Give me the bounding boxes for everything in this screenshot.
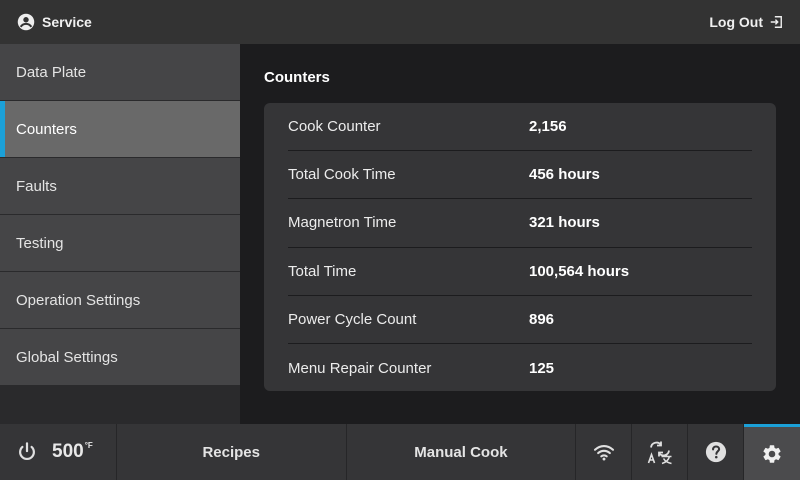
sidebar-nav: Data Plate Counters Faults Testing Opera… — [0, 44, 240, 424]
bottom-bar: 500 °F Recipes Manual Cook — [0, 424, 800, 480]
logout-button[interactable]: Log Out — [709, 14, 783, 30]
counter-label: Total Cook Time — [288, 166, 396, 184]
counter-label: Power Cycle Count — [288, 310, 417, 328]
counter-row: Total Time 100,564 hours — [288, 248, 752, 296]
sidebar-item-counters[interactable]: Counters — [0, 101, 240, 158]
wifi-icon — [593, 443, 615, 461]
counter-value: 896 — [529, 310, 555, 328]
recipes-button[interactable]: Recipes — [117, 424, 347, 480]
counter-label: Menu Repair Counter — [288, 359, 432, 377]
manual-cook-label: Manual Cook — [414, 443, 508, 461]
temperature-display: 500 °F — [52, 441, 93, 463]
logout-label: Log Out — [709, 14, 763, 30]
counter-row: Cook Counter 2,156 — [288, 103, 752, 152]
sidebar-item-label: Counters — [16, 120, 77, 138]
sidebar-item-label: Testing — [16, 234, 64, 252]
counter-row: Power Cycle Count 896 — [288, 296, 752, 344]
main-content: Counters Cook Counter 2,156 Total Cook T… — [240, 44, 800, 424]
counter-value: 456 hours — [529, 166, 600, 184]
sidebar-item-label: Global Settings — [16, 348, 118, 366]
power-icon — [16, 441, 38, 463]
counters-card: Cook Counter 2,156 Total Cook Time 456 h… — [264, 103, 776, 391]
temperature-unit: °F — [84, 441, 93, 450]
help-icon — [705, 441, 727, 463]
sidebar-item-operation-settings[interactable]: Operation Settings — [0, 272, 240, 329]
counter-value: 321 hours — [529, 214, 600, 232]
language-button[interactable] — [632, 424, 689, 480]
sidebar-item-data-plate[interactable]: Data Plate — [0, 44, 240, 101]
counter-label: Cook Counter — [288, 118, 381, 136]
manual-cook-button[interactable]: Manual Cook — [347, 424, 577, 480]
counter-label: Total Time — [288, 262, 357, 280]
counter-row: Magnetron Time 321 hours — [288, 199, 752, 248]
counter-row: Menu Repair Counter 125 — [288, 344, 752, 392]
recipes-label: Recipes — [202, 443, 260, 461]
power-temperature-button[interactable]: 500 °F — [0, 424, 117, 480]
gear-icon — [761, 443, 783, 465]
sidebar-item-label: Faults — [16, 177, 57, 195]
top-bar: Service Log Out — [0, 0, 800, 44]
sidebar-item-testing[interactable]: Testing — [0, 215, 240, 272]
sidebar-item-label: Data Plate — [16, 63, 87, 81]
account-circle-icon — [17, 13, 35, 31]
section-heading: Counters — [264, 69, 330, 86]
counter-value: 2,156 — [529, 118, 567, 136]
temperature-value: 500 — [52, 441, 84, 462]
service-title-group: Service — [17, 13, 92, 31]
page-title: Service — [42, 14, 92, 30]
counter-label: Magnetron Time — [288, 214, 397, 232]
counter-row: Total Cook Time 456 hours — [288, 151, 752, 200]
sidebar-item-faults[interactable]: Faults — [0, 158, 240, 215]
wifi-button[interactable] — [576, 424, 633, 480]
counter-value: 125 — [529, 359, 555, 377]
sidebar-item-label: Operation Settings — [16, 291, 141, 309]
sidebar-item-global-settings[interactable]: Global Settings — [0, 329, 240, 386]
settings-button[interactable] — [744, 424, 800, 480]
counter-value: 100,564 hours — [529, 262, 630, 280]
help-button[interactable] — [688, 424, 745, 480]
logout-icon — [769, 15, 783, 29]
translate-icon — [647, 439, 673, 465]
